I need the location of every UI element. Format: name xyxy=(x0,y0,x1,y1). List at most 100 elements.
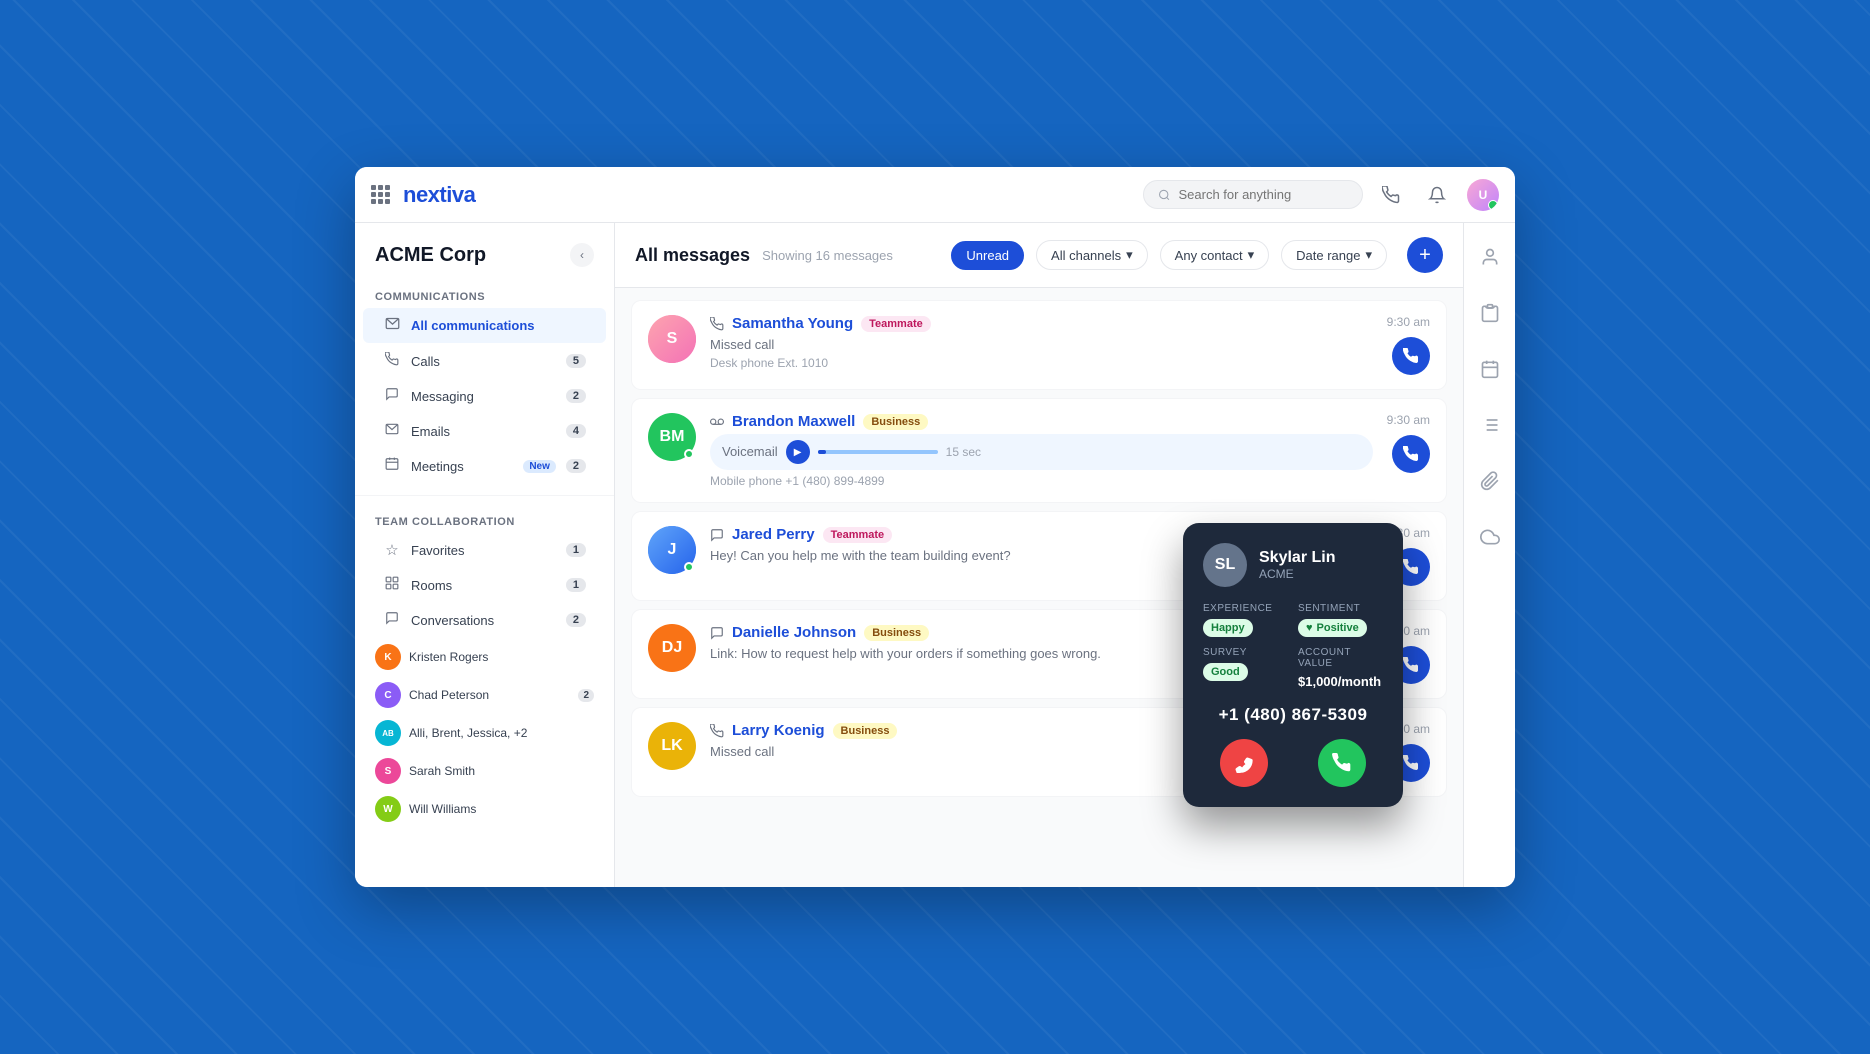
voicemail-player: Voicemail ▶ 15 sec xyxy=(710,434,1373,470)
top-nav: nextiva U xyxy=(355,167,1515,223)
all-comms-icon xyxy=(383,316,401,335)
rail-attachment-icon[interactable] xyxy=(1472,463,1508,499)
sidebar-item-conversations[interactable]: Conversations 2 xyxy=(363,603,606,637)
experience-stat: EXPERIENCE Happy xyxy=(1203,603,1288,637)
call-btn-brandon[interactable] xyxy=(1392,435,1430,473)
sidebar-company-name: ACME Corp xyxy=(375,244,486,267)
user-avatar[interactable]: U xyxy=(1467,179,1499,211)
sidebar-item-favorites[interactable]: ☆ Favorites 1 xyxy=(363,533,606,567)
sidebar-item-rooms[interactable]: Rooms 1 xyxy=(363,568,606,602)
accept-call-btn[interactable] xyxy=(1318,739,1366,787)
msg-name-larry: Larry Koenig xyxy=(732,722,825,739)
experience-badge: Happy xyxy=(1203,619,1253,637)
calls-badge: 5 xyxy=(566,354,586,368)
msg-avatar-brandon: BM xyxy=(648,413,696,461)
msg-name-samantha: Samantha Young xyxy=(732,315,853,332)
online-dot-brandon xyxy=(684,449,694,459)
sidebar-item-meetings[interactable]: Meetings New 2 xyxy=(363,449,606,483)
msg-name-brandon: Brandon Maxwell xyxy=(732,413,855,430)
conversations-icon xyxy=(383,611,401,629)
emails-label: Emails xyxy=(411,424,556,439)
rail-clipboard-icon[interactable] xyxy=(1472,295,1508,331)
popup-caller-avatar: SL xyxy=(1203,543,1247,587)
experience-label: EXPERIENCE xyxy=(1203,603,1288,614)
rail-list-icon[interactable] xyxy=(1472,407,1508,443)
rail-cloud-icon[interactable] xyxy=(1472,519,1508,555)
favorites-badge: 1 xyxy=(566,543,586,557)
main-layout: ACME Corp ‹ Communications All communica… xyxy=(355,223,1515,887)
msg-name-danielle: Danielle Johnson xyxy=(732,624,856,641)
grid-menu-icon[interactable] xyxy=(371,185,391,205)
channels-filter-btn[interactable]: All channels ▾ xyxy=(1036,240,1148,270)
sidebar-divider xyxy=(355,495,614,496)
rooms-icon xyxy=(383,576,401,594)
message-icon-danielle xyxy=(710,626,724,640)
sidebar-item-emails[interactable]: Emails 4 xyxy=(363,414,606,448)
date-filter-btn[interactable]: Date range ▾ xyxy=(1281,240,1387,270)
message-card-samantha[interactable]: S Samantha Young Teammate Missed call De… xyxy=(631,300,1447,390)
call-popup: SL Skylar Lin ACME EXPERIENCE Happy SENT… xyxy=(1183,523,1403,807)
conv-item-group[interactable]: AB Alli, Brent, Jessica, +2 xyxy=(355,714,614,752)
conv-item-sarah[interactable]: S Sarah Smith xyxy=(355,752,614,790)
rooms-badge: 1 xyxy=(566,578,586,592)
sidebar-item-messaging[interactable]: Messaging 2 xyxy=(363,379,606,413)
sidebar-item-calls[interactable]: Calls 5 xyxy=(363,344,606,378)
phone-icon[interactable] xyxy=(1375,179,1407,211)
msg-header-samantha: Samantha Young Teammate xyxy=(710,315,1373,332)
msg-text-samantha: Missed call xyxy=(710,336,1373,354)
search-bar[interactable] xyxy=(1143,180,1363,209)
call-btn-samantha[interactable] xyxy=(1392,337,1430,375)
conv-name-kristen: Kristen Rogers xyxy=(409,650,594,664)
conv-name-chad: Chad Peterson xyxy=(409,688,570,702)
rooms-label: Rooms xyxy=(411,578,556,593)
calls-icon xyxy=(383,352,401,370)
play-btn[interactable]: ▶ xyxy=(786,440,810,464)
conv-name-sarah: Sarah Smith xyxy=(409,764,594,778)
contact-filter-btn[interactable]: Any contact ▾ xyxy=(1160,240,1269,270)
meetings-label: Meetings xyxy=(411,459,513,474)
nav-icons: U xyxy=(1375,179,1499,211)
meetings-badge: 2 xyxy=(566,459,586,473)
rail-calendar-icon[interactable] xyxy=(1472,351,1508,387)
msg-tag-jared: Teammate xyxy=(823,527,893,543)
content-header: All messages Showing 16 messages Unread … xyxy=(615,223,1463,288)
team-collab-section-title: Team collaboration xyxy=(355,508,614,532)
account-value: $1,000/month xyxy=(1298,674,1381,689)
sentiment-stat: SENTIMENT ♥ Positive xyxy=(1298,603,1383,637)
messaging-icon xyxy=(383,387,401,405)
sidebar-item-all-communications[interactable]: All communications xyxy=(363,308,606,343)
msg-time-brandon: 9:30 am xyxy=(1387,413,1430,427)
msg-avatar-jared: J xyxy=(648,526,696,574)
sentiment-label: SENTIMENT xyxy=(1298,603,1383,614)
sidebar-collapse-btn[interactable]: ‹ xyxy=(570,243,594,267)
message-icon-jared xyxy=(710,528,724,542)
logo-text: nextiva xyxy=(403,182,475,208)
unread-filter-btn[interactable]: Unread xyxy=(951,241,1024,270)
reject-call-btn[interactable] xyxy=(1220,739,1268,787)
msg-header-brandon: Brandon Maxwell Business xyxy=(710,413,1373,430)
msg-tag-larry: Business xyxy=(833,723,898,739)
online-dot-jared xyxy=(684,562,694,572)
message-card-brandon[interactable]: BM Brandon Maxwell Business Voicemail ▶ xyxy=(631,398,1447,503)
conv-item-will[interactable]: W Will Williams xyxy=(355,790,614,828)
conv-badge-chad: 2 xyxy=(578,689,594,702)
conv-avatar-chad: C xyxy=(375,682,401,708)
voice-duration: 15 sec xyxy=(946,445,981,459)
rail-profile-icon[interactable] xyxy=(1472,239,1508,275)
accept-icon xyxy=(1332,753,1352,773)
favorites-label: Favorites xyxy=(411,543,556,558)
search-input[interactable] xyxy=(1178,187,1348,202)
reject-icon xyxy=(1234,753,1254,773)
call-icon xyxy=(710,317,724,331)
emails-badge: 4 xyxy=(566,424,586,438)
popup-caller-name: Skylar Lin xyxy=(1259,549,1335,567)
compose-btn[interactable]: + xyxy=(1407,237,1443,273)
msg-body-samantha: Samantha Young Teammate Missed call Desk… xyxy=(710,315,1373,370)
conv-item-chad[interactable]: C Chad Peterson 2 xyxy=(355,676,614,714)
communications-section-title: Communications xyxy=(355,283,614,307)
bell-icon[interactable] xyxy=(1421,179,1453,211)
survey-badge: Good xyxy=(1203,663,1248,681)
voicemail-icon xyxy=(710,415,724,429)
conv-item-kristen[interactable]: K Kristen Rogers xyxy=(355,638,614,676)
meetings-new-badge: New xyxy=(523,460,556,473)
